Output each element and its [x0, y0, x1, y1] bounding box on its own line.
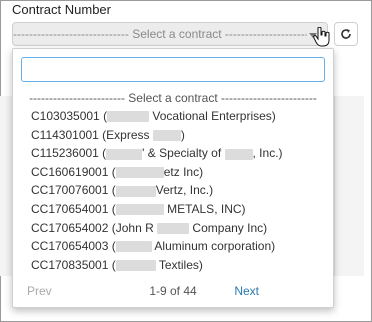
- field-label: Contract Number: [12, 2, 111, 17]
- background-panel-left: [0, 96, 12, 276]
- redacted-block: [115, 204, 164, 216]
- redacted-block: [107, 111, 150, 123]
- redacted-block: [115, 167, 164, 179]
- redacted-block: [157, 222, 190, 234]
- list-item[interactable]: C114301001 (Express ): [13, 126, 333, 145]
- option-placeholder[interactable]: ------------------------ Select a contra…: [13, 89, 333, 107]
- redacted-block: [224, 148, 253, 160]
- redacted-block: [152, 129, 181, 141]
- list-item[interactable]: CC160619001 (etz Inc): [13, 163, 333, 182]
- select-value: ----------------------------- Select a c…: [13, 27, 307, 41]
- contract-dropdown: ------------------------ Select a contra…: [12, 48, 334, 308]
- redacted-block: [115, 241, 152, 253]
- search-input[interactable]: [21, 57, 325, 82]
- list-item[interactable]: CC170076001 (Vertz, Inc.): [13, 181, 333, 200]
- page-info: 1-9 of 44: [149, 284, 197, 298]
- options-list: ------------------------ Select a contra…: [13, 89, 333, 274]
- redacted-block: [115, 260, 156, 272]
- background-panel: [334, 96, 364, 276]
- list-item[interactable]: C115236001 (' & Specialty of , Inc.): [13, 144, 333, 163]
- list-item[interactable]: C103035001 ( Vocational Enterprises): [13, 107, 333, 126]
- redacted-block: [115, 185, 156, 197]
- next-button[interactable]: Next: [234, 284, 259, 298]
- refresh-icon: [341, 29, 351, 39]
- list-item[interactable]: CC170654001 ( METALS, INC): [13, 200, 333, 219]
- list-item[interactable]: CC170654003 ( Aluminum corporation): [13, 237, 333, 256]
- redacted-block: [106, 148, 143, 160]
- refresh-button[interactable]: [334, 22, 358, 46]
- list-item[interactable]: CC170835001 ( Textiles): [13, 256, 333, 275]
- pagination: Prev 1-9 of 44 Next: [13, 281, 333, 303]
- contract-select[interactable]: ----------------------------- Select a c…: [12, 22, 330, 47]
- hand-cursor-icon: [313, 27, 330, 47]
- list-item[interactable]: CC170654002 (John R Company Inc): [13, 219, 333, 238]
